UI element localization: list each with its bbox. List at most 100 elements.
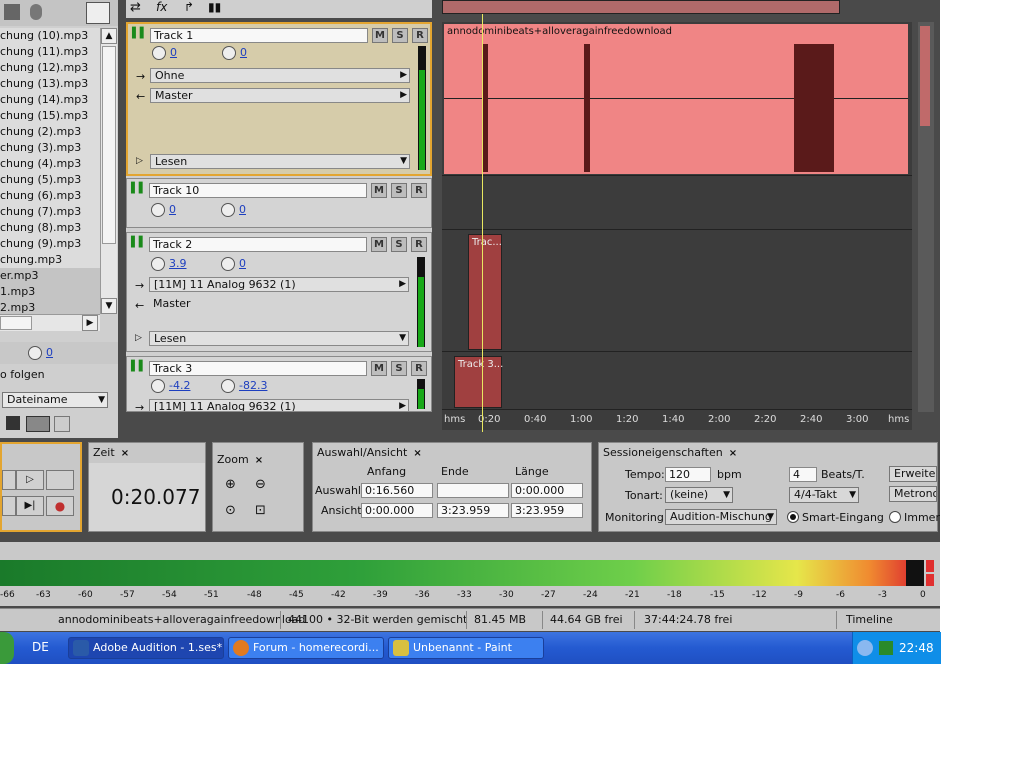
- track-pan-value[interactable]: 0: [239, 203, 246, 216]
- file-item[interactable]: chung (4).mp3: [0, 156, 100, 172]
- beats-field[interactable]: 4: [789, 467, 817, 482]
- multitrack-timeline[interactable]: annodominibeats+alloveragainfreedownload…: [442, 22, 912, 412]
- session-overview-bar[interactable]: [442, 0, 840, 14]
- scroll-thumb[interactable]: [102, 46, 116, 244]
- selection-tab[interactable]: Auswahl/Ansicht ×: [317, 446, 422, 459]
- transport-button[interactable]: [2, 470, 16, 490]
- track-name-field[interactable]: Track 10: [149, 183, 367, 198]
- track-lane-3[interactable]: Track 3...: [442, 354, 912, 410]
- file-item[interactable]: 2.mp3: [0, 300, 100, 314]
- close-icon[interactable]: ×: [729, 448, 737, 459]
- track-pan-value[interactable]: -82.3: [239, 379, 267, 392]
- monitoring-dropdown[interactable]: Audition-Mischung ▼: [665, 509, 777, 525]
- track-pan-value[interactable]: 0: [239, 257, 246, 270]
- transport-button[interactable]: [2, 496, 16, 516]
- view-end-field[interactable]: 3:23.959: [437, 503, 509, 518]
- audio-clip[interactable]: Trac...: [468, 234, 502, 350]
- advanced-button[interactable]: Erweitert: [889, 466, 937, 482]
- track-name-field[interactable]: Track 2: [149, 237, 367, 252]
- scroll-up-icon[interactable]: ▲: [101, 28, 117, 44]
- track-name-field[interactable]: Track 1: [150, 28, 368, 43]
- audio-clip[interactable]: Track 3...: [454, 356, 503, 408]
- track-volume-value[interactable]: 0: [170, 46, 177, 59]
- export-icon[interactable]: [46, 470, 74, 490]
- volume-knob-icon[interactable]: [151, 257, 165, 271]
- zoom-selection-icon[interactable]: ⊡: [255, 503, 266, 518]
- hscroll-thumb[interactable]: [0, 316, 32, 330]
- options-icon[interactable]: [54, 416, 70, 432]
- zoom-out-icon[interactable]: ⊖: [255, 477, 266, 492]
- volume-knob-icon[interactable]: [28, 346, 42, 360]
- file-icon[interactable]: [4, 4, 20, 20]
- file-item[interactable]: chung (14).mp3: [0, 92, 100, 108]
- volume-knob-icon[interactable]: [151, 203, 165, 217]
- language-indicator[interactable]: DE: [32, 640, 49, 654]
- track-name-field[interactable]: Track 3: [149, 361, 367, 376]
- volume-knob-icon[interactable]: [151, 379, 165, 393]
- swap-icon[interactable]: ⇄: [130, 0, 141, 15]
- clip-indicator-left[interactable]: [926, 560, 934, 572]
- file-item[interactable]: chung (13).mp3: [0, 76, 100, 92]
- start-button[interactable]: [0, 632, 14, 664]
- selection-length-field[interactable]: 0:00.000: [511, 483, 583, 498]
- record-arm-button[interactable]: R: [411, 237, 427, 252]
- always-radio[interactable]: [889, 511, 901, 523]
- track-volume-value[interactable]: 0: [169, 203, 176, 216]
- fx-icon[interactable]: fx: [156, 0, 167, 14]
- playhead-cursor[interactable]: [482, 14, 483, 432]
- file-item[interactable]: chung (8).mp3: [0, 220, 100, 236]
- view-start-field[interactable]: 0:00.000: [361, 503, 433, 518]
- file-item[interactable]: chung (2).mp3: [0, 124, 100, 140]
- sort-dropdown[interactable]: Dateiname ▼: [2, 392, 108, 408]
- track-header-1[interactable]: ▌▌ Track 1 M S R 0 0 → Ohne ▶ ← Master ▶ ▷…: [126, 22, 432, 176]
- file-item[interactable]: chung (11).mp3: [0, 44, 100, 60]
- file-list-hscrollbar[interactable]: ▶: [0, 314, 100, 331]
- file-item[interactable]: chung (3).mp3: [0, 140, 100, 156]
- taskbar-item-paint[interactable]: Unbenannt - Paint: [388, 637, 544, 659]
- file-item[interactable]: chung (9).mp3: [0, 236, 100, 252]
- expand-icon[interactable]: ▷: [136, 156, 143, 166]
- solo-button[interactable]: S: [391, 183, 407, 198]
- track-automation-dropdown[interactable]: Lesen ▼: [150, 154, 410, 169]
- file-item[interactable]: chung.mp3: [0, 252, 100, 268]
- pan-knob-icon[interactable]: [221, 257, 235, 271]
- mute-button[interactable]: M: [371, 361, 387, 376]
- skip-end-icon[interactable]: ▶|: [16, 496, 44, 516]
- record-arm-button[interactable]: R: [412, 28, 428, 43]
- metronome-button[interactable]: Metronom: [889, 486, 937, 502]
- file-item[interactable]: chung (6).mp3: [0, 188, 100, 204]
- track-automation-dropdown[interactable]: Lesen ▼: [149, 331, 409, 346]
- import-icon[interactable]: [6, 416, 20, 430]
- cd-icon[interactable]: [30, 4, 42, 20]
- mute-button[interactable]: M: [372, 28, 388, 43]
- track-volume-value[interactable]: -4.2: [169, 379, 190, 392]
- view-length-field[interactable]: 3:23.959: [511, 503, 583, 518]
- record-arm-button[interactable]: R: [411, 361, 427, 376]
- file-volume-value[interactable]: 0: [46, 346, 53, 359]
- pan-knob-icon[interactable]: [221, 203, 235, 217]
- pan-knob-icon[interactable]: [222, 46, 236, 60]
- close-icon[interactable]: ×: [413, 448, 421, 459]
- mute-button[interactable]: M: [371, 237, 387, 252]
- scroll-thumb[interactable]: [920, 26, 930, 126]
- solo-button[interactable]: S: [391, 361, 407, 376]
- volume-envelope[interactable]: [444, 98, 908, 99]
- track-lane-1[interactable]: annodominibeats+alloveragainfreedownload: [442, 22, 912, 176]
- clip-indicator-right[interactable]: [926, 574, 934, 586]
- track-header-3[interactable]: ▌▌ Track 3 M S R -4.2 -82.3 → [11M] 11 A…: [126, 356, 432, 412]
- play-icon[interactable]: ▷: [16, 470, 44, 490]
- selection-start-field[interactable]: 0:16.560: [361, 483, 433, 498]
- time-tab[interactable]: Zeit ×: [93, 446, 129, 459]
- file-item[interactable]: chung (7).mp3: [0, 204, 100, 220]
- track-output-dropdown[interactable]: Master ▶: [150, 88, 410, 103]
- file-item[interactable]: chung (15).mp3: [0, 108, 100, 124]
- close-icon[interactable]: ×: [255, 455, 263, 466]
- send-icon[interactable]: ↱: [184, 0, 194, 14]
- track-lane-2[interactable]: Trac...: [442, 232, 912, 352]
- solo-button[interactable]: S: [392, 28, 408, 43]
- file-item[interactable]: 1.mp3: [0, 284, 100, 300]
- filter-icon[interactable]: [26, 416, 50, 432]
- audio-clip[interactable]: annodominibeats+alloveragainfreedownload: [444, 24, 908, 174]
- meter-dropdown[interactable]: 4/4-Takt ▼: [789, 487, 859, 503]
- file-item[interactable]: chung (5).mp3: [0, 172, 100, 188]
